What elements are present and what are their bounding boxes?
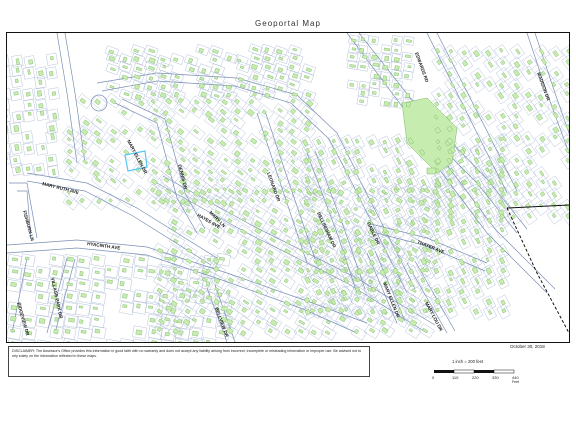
scale-unit: Feet: [512, 380, 519, 384]
map-title: Geoportal Map: [255, 19, 321, 28]
map-sheet: Geoportal Map MARY ELLEN DR DENNIS DR MA…: [0, 0, 576, 432]
scale-tick-label: 220: [472, 375, 479, 380]
parcel-lines: [7, 33, 569, 342]
scale-text: 1 inch = 200 feet: [452, 359, 484, 364]
street-label-leonard-dr: LEONARD DR: [266, 172, 281, 203]
house-footprints: [7, 37, 569, 342]
street-label-mary-ruth-ave: MARY RUTH AVE: [42, 181, 80, 195]
disclaimer-box: DISCLAIMER: The Assessor's Office provid…: [8, 346, 370, 377]
scale-tick-label: 110: [452, 375, 459, 380]
street-label-edwards-rd: EDWARDS RD: [414, 52, 430, 84]
boundary-line: [506, 207, 569, 334]
map-date: October 30, 2018: [510, 344, 545, 349]
map-frame[interactable]: MARY ELLEN DR DENNIS DR MARY RUTH AVE FISHB…: [6, 32, 570, 343]
scale-bar: 0 110 220 330 440 Feet: [432, 369, 519, 384]
street-label-fishburn-ln: FISHBURN LN: [22, 210, 35, 242]
scale-tick-label: 330: [492, 375, 499, 380]
scale-tick-label: 0: [432, 375, 435, 380]
parcel-map[interactable]: MARY ELLEN DRDENNIS DRMARY RUTH AVEFISHB…: [7, 33, 569, 342]
